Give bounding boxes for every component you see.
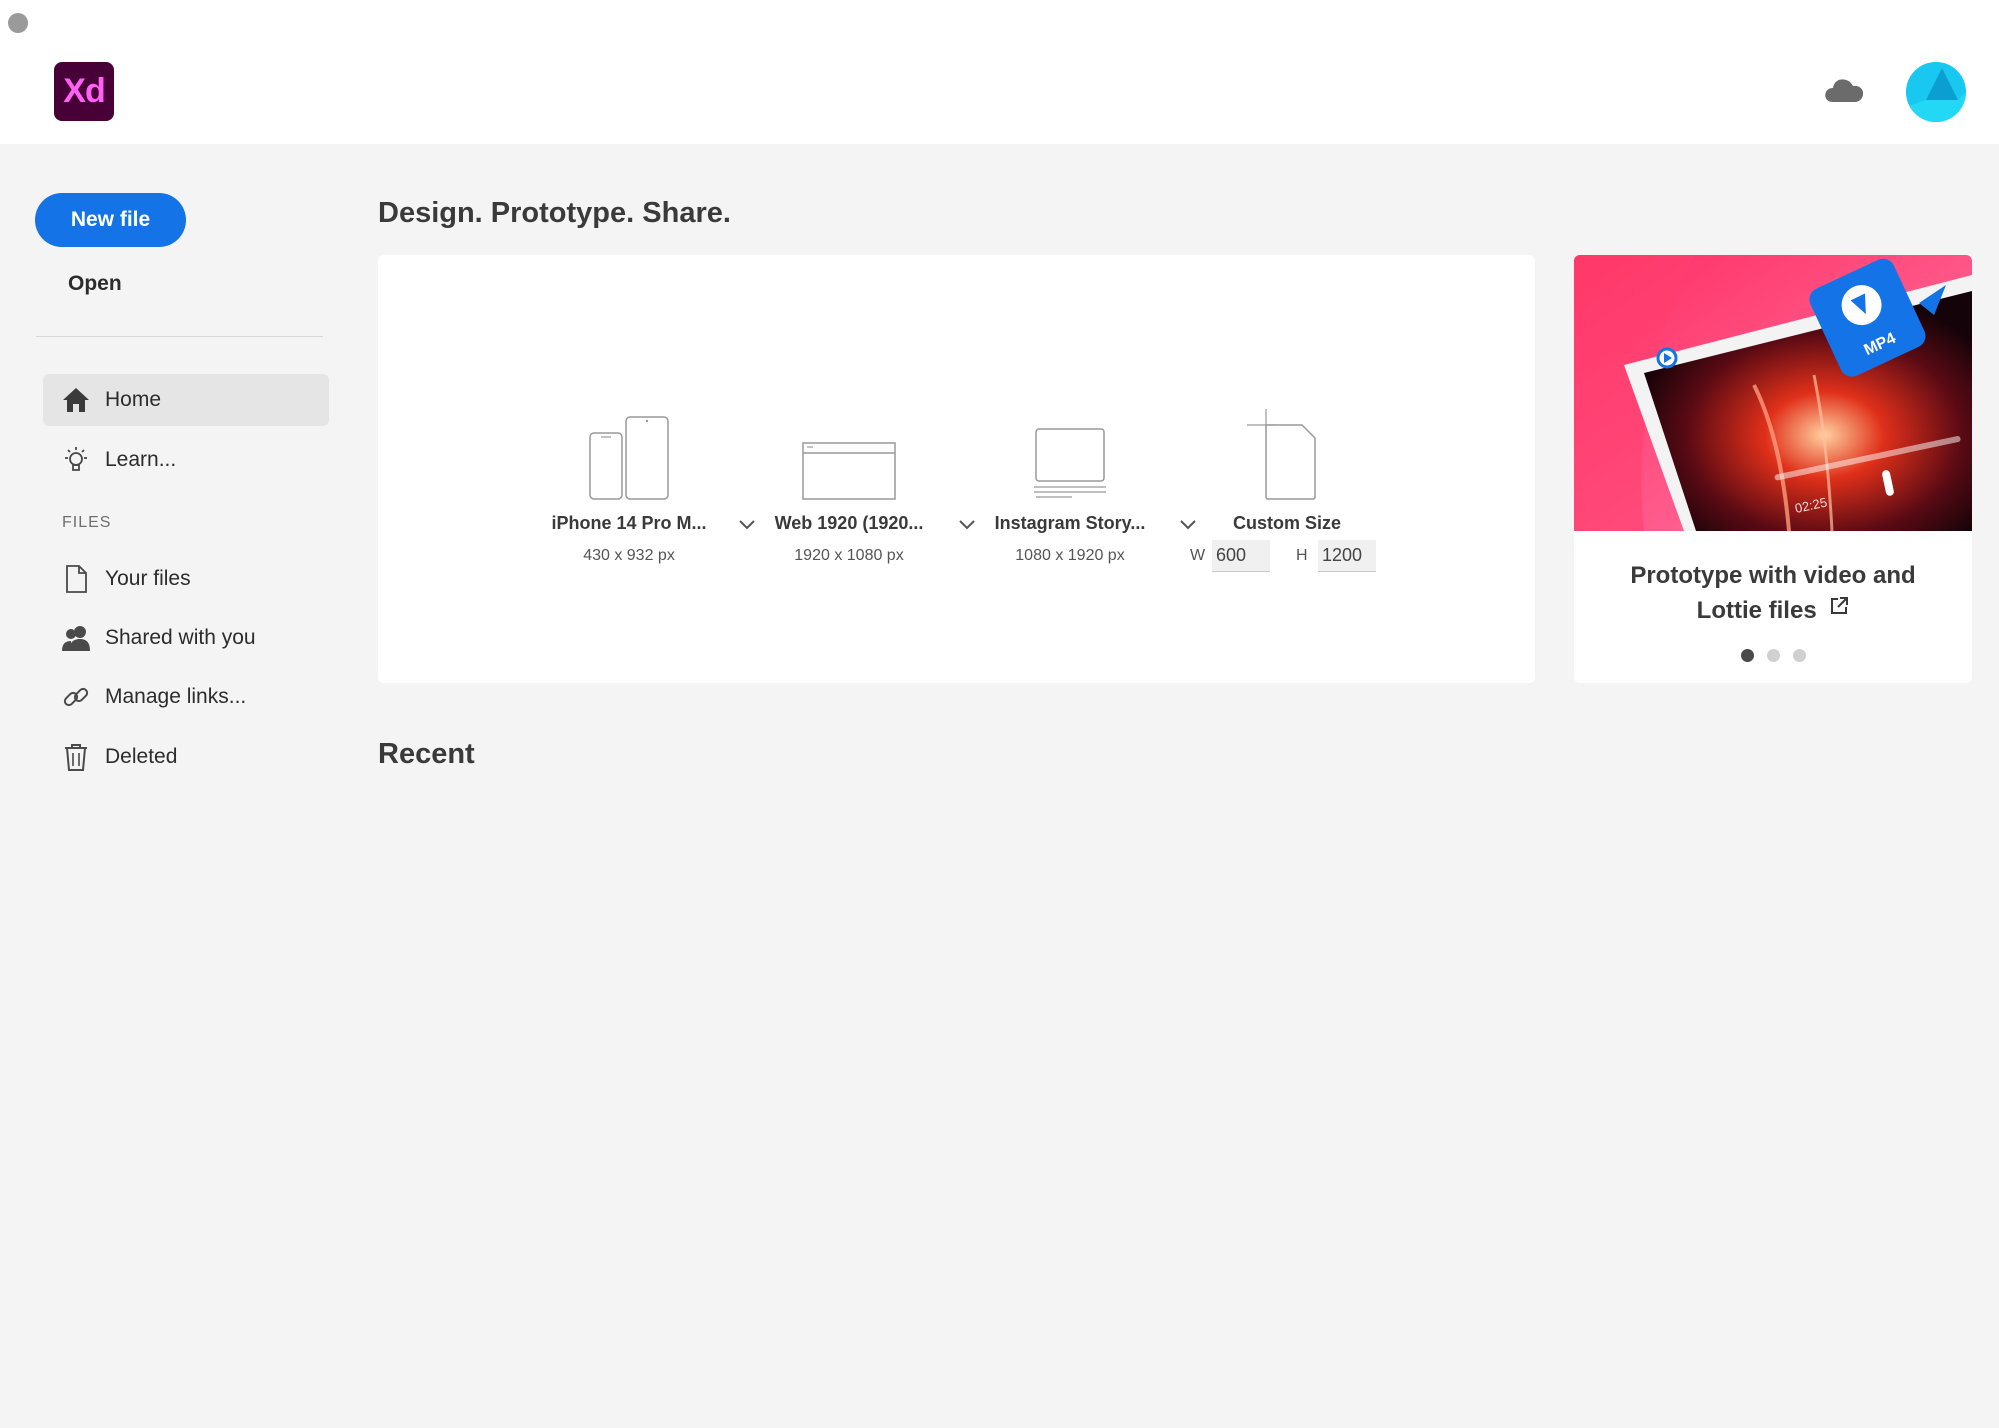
lightbulb-icon xyxy=(61,445,91,475)
sidebar-divider xyxy=(36,336,323,337)
carousel-dot[interactable] xyxy=(1740,649,1754,662)
users-icon xyxy=(61,623,91,653)
preset-label: Instagram Story... xyxy=(994,513,1146,533)
carousel-dots xyxy=(1574,649,1972,662)
preset-dimensions: 1080 x 1920 px xyxy=(1015,547,1125,564)
width-input[interactable]: 600 xyxy=(1212,540,1270,572)
trash-icon xyxy=(61,742,91,772)
page-headline: Design. Prototype. Share. xyxy=(378,197,731,229)
link-icon xyxy=(61,682,91,712)
sidebar-item-shared[interactable]: Shared with you xyxy=(43,612,329,664)
custom-size-inputs: W 600 H 1200 xyxy=(1190,540,1390,572)
sidebar-item-label: Learn... xyxy=(105,448,177,471)
carousel-dot[interactable] xyxy=(1792,649,1806,662)
preset-label: iPhone 14 Pro M... xyxy=(551,513,707,533)
files-section-heading: FILES xyxy=(62,514,112,531)
document-presets-panel: iPhone 14 Pro M... 430 x 932 px Web 1920… xyxy=(378,255,1535,683)
user-avatar[interactable] xyxy=(1906,62,1966,122)
preset-dimensions: 1920 x 1080 px xyxy=(794,547,904,564)
preset-label: Web 1920 (1920... xyxy=(774,513,924,533)
width-label: W xyxy=(1190,547,1206,564)
preset-iphone[interactable]: iPhone 14 Pro M... 430 x 932 px xyxy=(524,405,755,575)
xd-logo: Xd xyxy=(54,62,114,121)
phone-tablet-icon xyxy=(524,405,734,501)
carousel-dot[interactable] xyxy=(1766,649,1780,662)
preset-web[interactable]: Web 1920 (1920... 1920 x 1080 px xyxy=(744,405,975,575)
document-icon xyxy=(61,564,91,594)
preset-dimensions: 430 x 932 px xyxy=(583,547,675,564)
home-icon xyxy=(61,385,91,415)
sidebar-item-deleted[interactable]: Deleted xyxy=(43,731,329,783)
top-bar: Xd xyxy=(0,0,1999,144)
sidebar-item-manage-links[interactable]: Manage links... xyxy=(43,671,329,723)
external-link-icon xyxy=(1829,592,1849,625)
sidebar-item-label: Deleted xyxy=(105,745,178,768)
promo-card[interactable]: 02:25 MP4 Prototype with video and Lotti… xyxy=(1574,255,1972,683)
open-button[interactable]: Open xyxy=(68,272,122,296)
promo-image: 02:25 MP4 xyxy=(1574,255,1972,532)
sidebar-item-label: Manage links... xyxy=(105,685,247,708)
monitor-icon xyxy=(965,405,1175,501)
promo-title-line1: Prototype with video and xyxy=(1630,562,1916,589)
preset-label: Custom Size xyxy=(1232,513,1342,533)
new-file-button[interactable]: New file xyxy=(35,193,186,247)
height-input[interactable]: 1200 xyxy=(1318,540,1376,572)
browser-window-icon xyxy=(744,405,954,501)
custom-page-icon xyxy=(1182,405,1392,501)
sidebar-item-home[interactable]: Home xyxy=(43,374,329,426)
cloud-icon[interactable] xyxy=(1822,74,1866,106)
sidebar-item-learn[interactable]: Learn... xyxy=(43,434,329,486)
sidebar-item-your-files[interactable]: Your files xyxy=(43,553,329,605)
promo-title-line2: Lottie files xyxy=(1696,597,1817,624)
sidebar-item-label: Home xyxy=(105,388,162,411)
promo-title[interactable]: Prototype with video and Lottie files xyxy=(1574,559,1972,627)
preset-instagram[interactable]: Instagram Story... 1080 x 1920 px xyxy=(965,405,1196,575)
recent-heading: Recent xyxy=(378,738,475,770)
window-close-dot[interactable] xyxy=(8,13,28,33)
height-label: H xyxy=(1296,547,1308,564)
sidebar-item-label: Shared with you xyxy=(105,626,256,649)
sidebar-item-label: Your files xyxy=(105,567,191,590)
